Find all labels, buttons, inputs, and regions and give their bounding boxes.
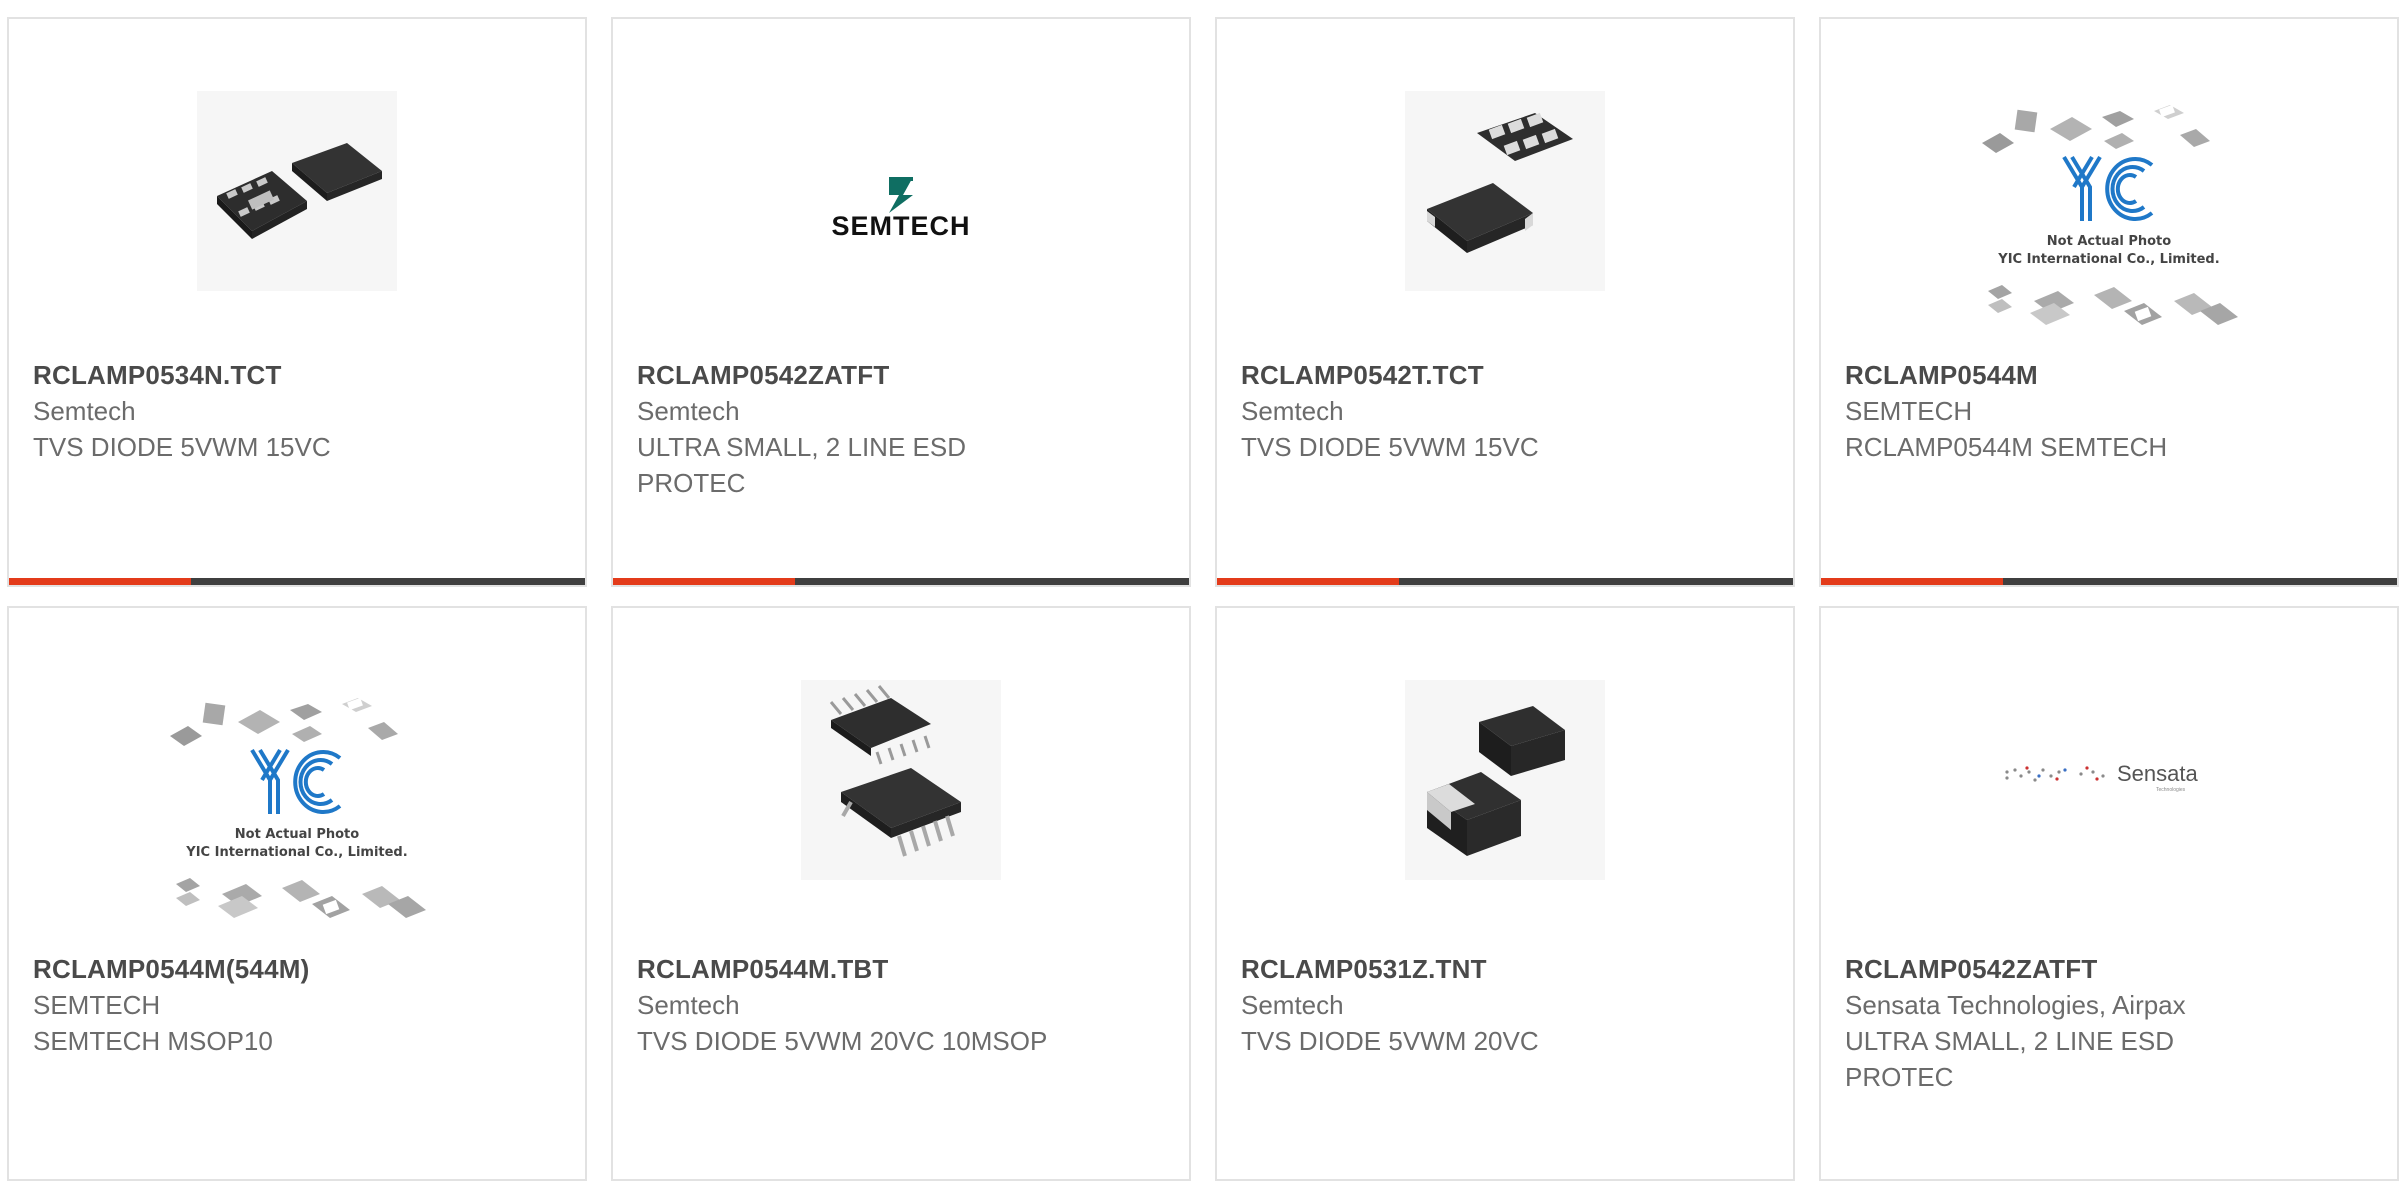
manufacturer: Semtech [637,990,740,1020]
product-image[interactable] [1217,680,1793,880]
product-info: RCLAMP0531Z.TNT Semtech TVS DIODE 5VWM 2… [1241,951,1661,1059]
placeholder-line1: Not Actual Photo [2047,234,2171,249]
logo-text: SEMTECH [831,211,970,241]
product-card[interactable]: RCLAMP0531Z.TNT Semtech TVS DIODE 5VWM 2… [1215,606,1795,1181]
product-card[interactable]: Not Actual Photo YIC International Co., … [1819,17,2399,587]
product-card[interactable]: SEMTECH RCLAMP0542ZATFT Semtech ULTRA SM… [611,17,1191,587]
sensata-logo-icon: Sensata Technologies [2005,761,2198,793]
chip-slp-package-icon [1405,91,1605,291]
manufacturer: SEMTECH [33,990,161,1020]
manufacturer: Semtech [1241,990,1344,1020]
product-card[interactable]: Sensata Technologies RCLAMP0542ZATFT Sen… [1819,606,2399,1181]
part-number[interactable]: RCLAMP0544M.TBT [637,951,1057,987]
product-image[interactable]: Sensata Technologies [1821,680,2397,880]
description: TVS DIODE 5VWM 15VC [33,432,331,462]
product-image[interactable]: Not Actual Photo YIC International Co., … [1821,105,2397,325]
part-number[interactable]: RCLAMP0544M [1845,357,2265,393]
card-accent [9,578,191,585]
part-number[interactable]: RCLAMP0542T.TCT [1241,357,1661,393]
semtech-logo-icon: SEMTECH [831,177,970,241]
product-info: RCLAMP0542ZATFT Sensata Technologies, Ai… [1845,951,2265,1095]
manufacturer: SEMTECH [1845,396,1973,426]
chip-dfn-package-icon [197,91,397,291]
product-card[interactable]: RCLAMP0534N.TCT Semtech TVS DIODE 5VWM 1… [7,17,587,587]
logo-subtext: Technologies [2156,787,2186,793]
product-image[interactable] [613,680,1189,880]
part-number[interactable]: RCLAMP0534N.TCT [33,357,453,393]
product-info: RCLAMP0544M.TBT Semtech TVS DIODE 5VWM 2… [637,951,1057,1059]
manufacturer: Sensata Technologies, Airpax [1845,990,2186,1020]
logo-text: Sensata [2117,761,2198,786]
product-info: RCLAMP0544M(544M) SEMTECH SEMTECH MSOP10 [33,951,453,1059]
product-card[interactable]: RCLAMP0542T.TCT Semtech TVS DIODE 5VWM 1… [1215,17,1795,587]
card-accent [1821,578,2003,585]
card-bottom-bar [9,578,585,585]
description: TVS DIODE 5VWM 20VC 10MSOP [637,1026,1048,1056]
product-info: RCLAMP0534N.TCT Semtech TVS DIODE 5VWM 1… [33,357,453,465]
chip-sod-package-icon [1405,680,1605,880]
chip-msop-package-icon [801,680,1001,880]
part-number[interactable]: RCLAMP0542ZATFT [637,357,1057,393]
product-card[interactable]: Not Actual Photo YIC International Co., … [7,606,587,1181]
description: ULTRA SMALL, 2 LINE ESD PROTEC [637,432,966,498]
placeholder-line1: Not Actual Photo [235,827,359,842]
card-accent [613,578,795,585]
description: RCLAMP0544M SEMTECH [1845,432,2168,462]
product-info: RCLAMP0542ZATFT Semtech ULTRA SMALL, 2 L… [637,357,1057,501]
description: ULTRA SMALL, 2 LINE ESD PROTEC [1845,1026,2174,1092]
yic-placeholder-icon: Not Actual Photo YIC International Co., … [170,698,426,918]
manufacturer: Semtech [33,396,136,426]
placeholder-line2: YIC International Co., Limited. [1997,252,2219,267]
description: SEMTECH MSOP10 [33,1026,273,1056]
manufacturer: Semtech [637,396,740,426]
yic-placeholder-icon: Not Actual Photo YIC International Co., … [1982,105,2238,325]
product-card[interactable]: RCLAMP0544M.TBT Semtech TVS DIODE 5VWM 2… [611,606,1191,1181]
placeholder-line2: YIC International Co., Limited. [185,845,407,860]
card-accent [1217,578,1399,585]
product-image[interactable] [9,91,585,291]
card-bottom-bar [1217,578,1793,585]
manufacturer: Semtech [1241,396,1344,426]
description: TVS DIODE 5VWM 15VC [1241,432,1539,462]
product-info: RCLAMP0542T.TCT Semtech TVS DIODE 5VWM 1… [1241,357,1661,465]
part-number[interactable]: RCLAMP0544M(544M) [33,951,453,987]
product-image[interactable]: SEMTECH [613,91,1189,291]
card-bottom-bar [1821,578,2397,585]
product-image[interactable]: Not Actual Photo YIC International Co., … [9,698,585,918]
description: TVS DIODE 5VWM 20VC [1241,1026,1539,1056]
product-info: RCLAMP0544M SEMTECH RCLAMP0544M SEMTECH [1845,357,2265,465]
part-number[interactable]: RCLAMP0542ZATFT [1845,951,2265,987]
product-grid: RCLAMP0534N.TCT Semtech TVS DIODE 5VWM 1… [0,0,2400,1181]
card-bottom-bar [613,578,1189,585]
part-number[interactable]: RCLAMP0531Z.TNT [1241,951,1661,987]
product-image[interactable] [1217,91,1793,291]
